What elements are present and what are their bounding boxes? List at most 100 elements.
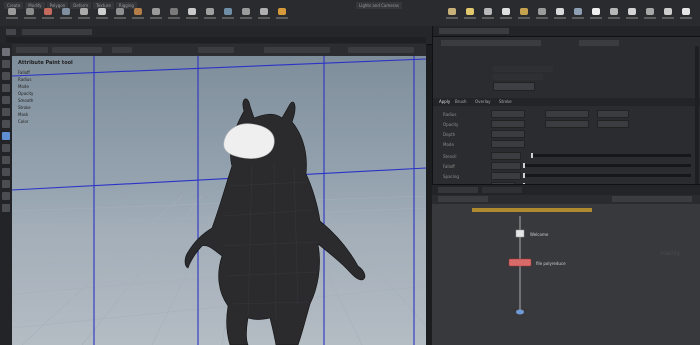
rotate-tool-icon[interactable] xyxy=(2,72,10,80)
tab-network[interactable] xyxy=(438,187,478,193)
font-tool-icon[interactable] xyxy=(202,8,218,22)
scene-view-path[interactable] xyxy=(22,29,92,35)
tab-brush[interactable]: Brush xyxy=(455,99,467,104)
viewport-display-field[interactable] xyxy=(198,47,234,53)
viewport-options-bar xyxy=(6,37,426,43)
param-field-radius-extra[interactable] xyxy=(597,110,629,118)
spray-paint-tool-icon[interactable] xyxy=(184,8,200,22)
param-field-radius-mode[interactable] xyxy=(545,110,589,118)
pose-tool-icon[interactable] xyxy=(2,108,10,116)
network-path[interactable] xyxy=(438,196,488,202)
3d-viewport[interactable]: Attribute Paint tool Falloff Radius Mode… xyxy=(12,56,426,345)
viewport-shading-menu[interactable] xyxy=(112,47,132,53)
param-field-mode[interactable] xyxy=(491,140,525,148)
output-node-icon[interactable] xyxy=(516,309,524,315)
render-region-icon[interactable] xyxy=(2,168,10,176)
tool-option-color[interactable]: Color xyxy=(18,118,108,125)
node-editor-tools[interactable] xyxy=(612,196,692,202)
param-label-stencil: Stencil xyxy=(443,154,457,159)
node-name-field[interactable] xyxy=(579,40,619,46)
tube-tool-icon[interactable] xyxy=(22,8,38,22)
tab-tree[interactable] xyxy=(482,187,522,193)
sphere-tool-icon[interactable] xyxy=(4,8,20,22)
geometry-light-tool-icon[interactable] xyxy=(516,8,532,22)
sky-light-tool-icon[interactable] xyxy=(588,8,604,22)
slider-stencil[interactable] xyxy=(531,153,691,158)
point-light-tool-icon[interactable] xyxy=(462,8,478,22)
param-label-mode: Mode xyxy=(443,142,454,147)
param-field-depth[interactable] xyxy=(491,130,525,138)
parameter-scrollbar[interactable] xyxy=(695,46,699,186)
environment-light-tool-icon[interactable] xyxy=(570,8,586,22)
portal-light-tool-icon[interactable] xyxy=(642,8,658,22)
metaball-tool-icon[interactable] xyxy=(256,8,272,22)
viewport-render-field[interactable] xyxy=(348,47,414,53)
slider-falloff[interactable] xyxy=(523,163,691,168)
torus-tool-icon[interactable] xyxy=(40,8,56,22)
viewport-geometry-field[interactable] xyxy=(264,47,330,53)
brush-preset-field[interactable] xyxy=(493,82,535,91)
curve-tool-icon[interactable] xyxy=(130,8,146,22)
snap-tool-icon[interactable] xyxy=(2,144,10,152)
tool-option-radius[interactable]: Radius xyxy=(18,76,108,83)
slider-spacing[interactable] xyxy=(523,173,691,178)
viewport-selector[interactable] xyxy=(16,47,48,53)
move-tool-icon[interactable] xyxy=(2,60,10,68)
tab-overlay[interactable]: Overlay xyxy=(475,99,491,104)
param-field-opacity-extra[interactable] xyxy=(597,120,629,128)
stereo-camera-tool-icon[interactable] xyxy=(678,8,694,22)
camera-tool-icon[interactable] xyxy=(444,8,460,22)
param-label-opacity: Opacity xyxy=(443,122,459,127)
tool-option-opacity[interactable]: Opacity xyxy=(18,90,108,97)
gi-light-tool-icon[interactable] xyxy=(606,8,622,22)
param-field-spacing[interactable] xyxy=(491,172,521,180)
node-editor-canvas[interactable]: Welcome file polyreduce mainly xyxy=(432,204,700,345)
param-field-opacity[interactable] xyxy=(491,120,525,128)
caustic-light-tool-icon[interactable] xyxy=(624,8,640,22)
shelf-tab-lights-cameras[interactable]: Lights and Cameras xyxy=(356,1,402,9)
tool-option-stroke[interactable]: Stroke xyxy=(18,104,108,111)
volume-light-tool-icon[interactable] xyxy=(534,8,550,22)
parameter-path[interactable] xyxy=(439,28,509,34)
draw-curve-tool-icon[interactable] xyxy=(148,8,164,22)
line-tool-icon[interactable] xyxy=(94,8,110,22)
character-model[interactable] xyxy=(184,98,366,345)
brush-mode-label xyxy=(493,74,543,80)
tab-apply[interactable]: Apply xyxy=(439,99,450,104)
tool-option-mask[interactable]: Mask xyxy=(18,111,108,118)
platonic-tool-icon[interactable] xyxy=(220,8,236,22)
circle-tool-icon[interactable] xyxy=(112,8,128,22)
node-polyreduce[interactable] xyxy=(508,258,532,267)
file-tool-icon[interactable] xyxy=(274,8,290,22)
tool-option-falloff[interactable]: Falloff xyxy=(18,69,108,76)
paint-tool-icon[interactable] xyxy=(2,132,10,140)
ambient-light-tool-icon[interactable] xyxy=(660,8,676,22)
view-tool-icon[interactable] xyxy=(2,120,10,128)
display-options-icon[interactable] xyxy=(2,204,10,212)
camera-lock-icon[interactable] xyxy=(2,180,10,188)
light-tool-icon[interactable] xyxy=(2,192,10,200)
param-field-stencil[interactable] xyxy=(491,152,521,160)
scene-view-tab[interactable] xyxy=(6,29,16,35)
measure-tool-icon[interactable] xyxy=(2,156,10,164)
viewport-camera-menu[interactable] xyxy=(52,47,102,53)
tool-option-mode[interactable]: Mode xyxy=(18,83,108,90)
tool-option-smooth[interactable]: Smooth xyxy=(18,97,108,104)
null-tool-icon[interactable] xyxy=(76,8,92,22)
spot-light-tool-icon[interactable] xyxy=(480,8,496,22)
select-tool-icon[interactable] xyxy=(2,48,10,56)
l-system-tool-icon[interactable] xyxy=(238,8,254,22)
network-box-bar xyxy=(472,208,592,212)
paint-mode-label xyxy=(493,66,553,72)
handle-tool-icon[interactable] xyxy=(2,96,10,104)
scale-tool-icon[interactable] xyxy=(2,84,10,92)
distant-light-tool-icon[interactable] xyxy=(552,8,568,22)
grid-tool-icon[interactable] xyxy=(58,8,74,22)
param-field-falloff[interactable] xyxy=(491,162,521,170)
area-light-tool-icon[interactable] xyxy=(498,8,514,22)
param-field-radius[interactable] xyxy=(491,110,525,118)
tab-stroke[interactable]: Stroke xyxy=(499,99,512,104)
param-field-opacity-mode[interactable] xyxy=(545,120,589,128)
node-welcome[interactable] xyxy=(515,229,525,238)
path-tool-icon[interactable] xyxy=(166,8,182,22)
